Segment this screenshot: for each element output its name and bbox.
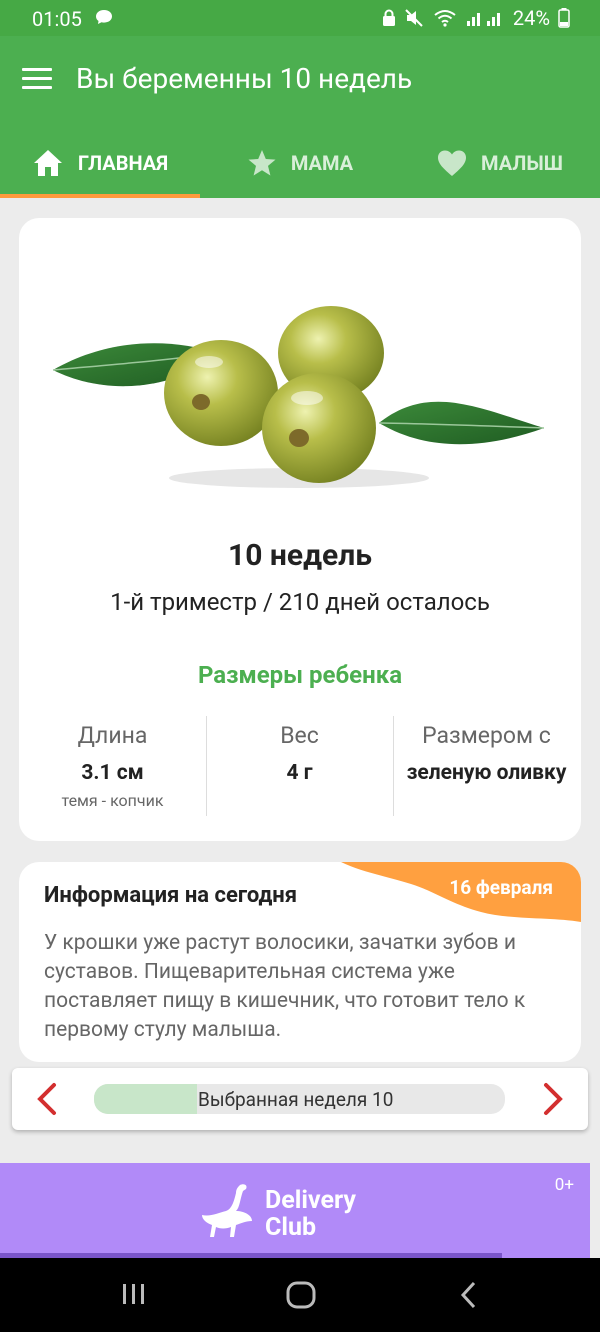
signal-icon	[466, 13, 500, 26]
length-stat: Длина 3.1 см темя - копчик	[19, 716, 206, 816]
olive-illustration	[52, 306, 545, 488]
ad-brand-line2: Club	[265, 1213, 317, 1242]
info-date: 16 февраля	[449, 876, 553, 899]
daily-info-card: 16 февраля Информация на сегодня У крошк…	[19, 862, 581, 1062]
message-notification-icon	[96, 10, 112, 24]
ad-age-rating: 0+	[554, 1175, 574, 1195]
baby-size-card: 10 недель 1-й триместр / 210 дней остало…	[19, 218, 581, 841]
status-bar: 01:05 24%	[0, 0, 600, 36]
size-compare-label: Размером с	[422, 722, 551, 749]
system-nav-bar	[0, 1258, 600, 1332]
app-title: Вы беременны 10 недель	[76, 62, 413, 95]
tab-mama[interactable]: МАМА	[200, 128, 400, 198]
info-title: Информация на сегодня	[44, 883, 298, 908]
length-sub: темя - копчик	[61, 791, 164, 810]
mute-icon	[405, 9, 423, 27]
tab-mama-label: МАМА	[290, 151, 354, 175]
week-progress-fill	[94, 1084, 197, 1114]
info-text: У крошки уже растут волосики, зачатки зу…	[44, 931, 526, 1042]
sizes-title: Размеры ребенка	[197, 661, 403, 689]
back-nav-icon[interactable]	[458, 1280, 480, 1310]
trimester-info: 1-й триместр / 210 дней осталось	[110, 588, 490, 616]
size-compare-stat: Размером с зеленую оливку	[393, 716, 580, 816]
app-bar: Вы беременны 10 недель	[0, 36, 600, 128]
home-icon	[33, 150, 62, 176]
star-icon	[248, 150, 276, 176]
ad-brand: Delivery Club	[265, 1187, 356, 1241]
menu-icon[interactable]	[22, 68, 52, 92]
heart-icon	[438, 150, 467, 176]
status-time: 01:05	[32, 7, 82, 31]
battery-percent: 24%	[512, 6, 550, 30]
ad-banner[interactable]: Delivery Club 0+	[0, 1163, 590, 1258]
length-label: Длина	[77, 722, 148, 749]
size-compare-value: зеленую оливку	[406, 761, 567, 785]
recent-apps-icon[interactable]	[120, 1280, 148, 1308]
weight-stat: Вес 4 г	[206, 716, 393, 816]
ad-brand-line1: Delivery	[265, 1186, 356, 1215]
size-stats: Длина 3.1 см темя - копчик Вес 4 г Разме…	[19, 716, 581, 816]
tab-bar: ГЛАВНАЯ МАМА МАЛЫШ	[0, 128, 600, 198]
tab-home-label: ГЛАВНАЯ	[77, 151, 169, 175]
active-tab-indicator	[0, 194, 200, 198]
week-progress-track[interactable]: Выбранная неделя 10	[94, 1084, 505, 1114]
wifi-icon	[434, 10, 456, 27]
next-week-arrow-icon[interactable]	[540, 1082, 566, 1116]
tab-baby-label: МАЛЫШ	[481, 151, 563, 175]
battery-icon	[558, 8, 570, 28]
ostrich-logo-icon	[202, 1184, 252, 1237]
week-selector: Выбранная неделя 10	[12, 1068, 588, 1130]
lock-notification-icon	[382, 9, 395, 26]
weight-value: 4 г	[286, 761, 313, 785]
previous-week-arrow-icon[interactable]	[34, 1082, 60, 1116]
selected-week-label: Выбранная неделя 10	[198, 1088, 394, 1111]
home-nav-icon[interactable]	[286, 1280, 316, 1310]
weight-label: Вес	[280, 722, 319, 749]
weeks-title: 10 недель	[228, 538, 372, 573]
tab-baby[interactable]: МАЛЫШ	[400, 128, 600, 198]
length-value: 3.1 см	[81, 761, 144, 785]
tab-home[interactable]: ГЛАВНАЯ	[0, 128, 200, 198]
